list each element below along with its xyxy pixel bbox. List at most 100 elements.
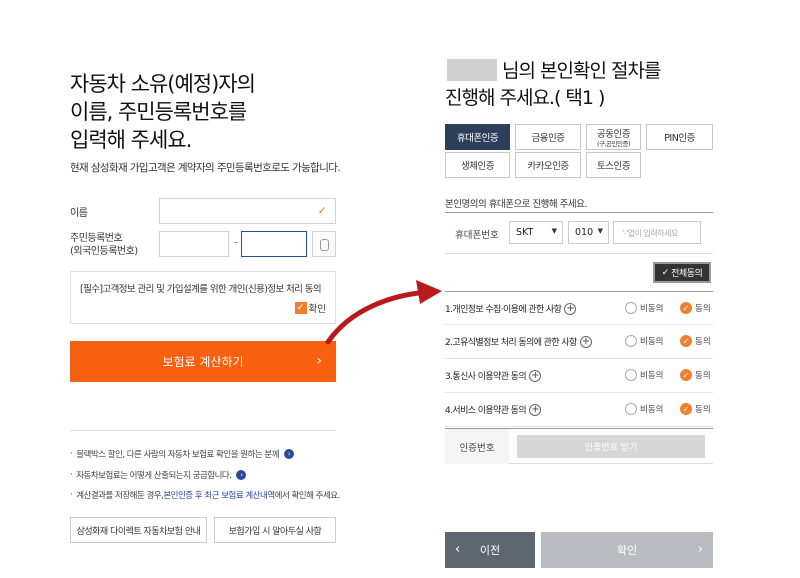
tab-toss-auth[interactable]: 토스인증: [586, 152, 641, 178]
note-item: · 블랙박스 할인, 다른 사람의 자동차 보험료 확인을 원하는 분께 ›: [70, 448, 295, 460]
agree-radio[interactable]: ✓ 동의: [680, 403, 711, 415]
tab-biometric-auth[interactable]: 생체인증: [445, 152, 510, 178]
tab-label: 공동인증: [597, 129, 630, 140]
rrn-label-line: (외국인등록번호): [70, 246, 138, 257]
radio-icon: [625, 335, 637, 347]
disagree-radio[interactable]: 비동의: [625, 302, 663, 314]
checkbox-icon: ✓: [294, 302, 307, 314]
plus-circle-icon[interactable]: +: [529, 403, 542, 416]
radio-checked-icon: ✓: [680, 403, 692, 415]
term-label-text: 1.개인정보 수집·이용에 관한 사항: [445, 305, 562, 315]
term-label[interactable]: 4.서비스 이용약관 동의 +: [445, 403, 542, 416]
direct-auto-guide-button[interactable]: 삼성화재 다이렉트 자동차보험 안내: [70, 517, 207, 543]
radio-label: 동의: [695, 371, 711, 381]
confirm-button-label: 확인: [616, 544, 638, 557]
info-arrow-icon[interactable]: ›: [236, 470, 247, 480]
prefix-value: 010: [575, 227, 594, 238]
prev-button-label: 이전: [479, 544, 501, 557]
rrn-front-input[interactable]: [159, 231, 229, 257]
carrier-select[interactable]: SKT ▼: [509, 221, 563, 244]
radio-icon: [625, 302, 637, 314]
tab-kakao-auth[interactable]: 카카오인증: [515, 152, 581, 178]
recent-history-link[interactable]: 본인인증 후 최근 보험료 계산내역: [163, 489, 275, 501]
tab-phone-auth[interactable]: 휴대폰인증: [445, 124, 510, 150]
carrier-value: SKT: [516, 227, 534, 238]
agree-radio[interactable]: ✓ 동의: [680, 335, 711, 347]
chevron-right-icon: ›: [316, 353, 322, 369]
red-arrow-icon: [325, 280, 442, 345]
term-label-text: 2.고유식별정보 처리 동의에 관한 사항: [445, 338, 577, 348]
radio-label: 비동의: [640, 337, 664, 347]
tab-label: 토스인증: [597, 161, 630, 172]
calc-button-label: 보험료 계산하기: [162, 355, 244, 369]
term-label-text: 4.서비스 이용약관 동의: [445, 406, 527, 416]
radio-checked-icon: ✓: [680, 302, 692, 314]
tab-label: 생체인증: [461, 161, 494, 172]
plus-circle-icon[interactable]: +: [579, 335, 592, 348]
radio-icon: [625, 403, 637, 415]
agree-radio[interactable]: ✓ 동의: [680, 302, 711, 314]
consent-text: [필수]고객정보 관리 및 가입설계를 위한 개인(신용)정보 처리 동의: [80, 284, 322, 295]
title-line: 이름, 주민등록번호를: [70, 100, 247, 124]
note-text: 계산결과를 저장해둔 경우,: [76, 491, 164, 501]
disagree-radio[interactable]: 비동의: [625, 403, 663, 415]
calculate-premium-button[interactable]: 보험료 계산하기 ›: [70, 341, 336, 382]
term-label[interactable]: 1.개인정보 수집·이용에 관한 사항 +: [445, 302, 577, 315]
radio-checked-icon: ✓: [680, 335, 692, 347]
left-panel: 자동차 소유(예정)자의 이름, 주민등록번호를 입력해 주세요. 현재 삼성화…: [70, 0, 341, 578]
prev-button[interactable]: ‹ 이전: [445, 532, 535, 568]
note-item: · 자동차보험료는 어떻게 산출되는지 궁금합니다. ›: [70, 469, 247, 481]
term-row: 2.고유식별정보 처리 동의에 관한 사항 + 비동의 ✓ 동의: [445, 325, 713, 359]
radio-label: 비동의: [640, 304, 664, 314]
phone-number-row: 휴대폰번호 SKT ▼ 010 ▼ '-'없이 입력하세요: [445, 212, 713, 254]
agree-radio[interactable]: ✓ 동의: [680, 369, 711, 381]
name-label: 이름: [70, 208, 88, 219]
consent-box: [필수]고객정보 관리 및 가입설계를 위한 개인(신용)정보 처리 동의 ✓ …: [70, 271, 336, 324]
note-item: · 계산결과를 저장해둔 경우, 본인인증 후 최근 보험료 계산내역 에서 확…: [70, 489, 340, 501]
rrn-back-input[interactable]: [241, 231, 307, 257]
prefix-select[interactable]: 010 ▼: [568, 221, 609, 244]
secure-keypad-button[interactable]: [312, 231, 336, 257]
tab-sublabel: (구,공인인증): [596, 140, 631, 148]
phone-number-input[interactable]: '-'없이 입력하세요: [613, 221, 701, 244]
tab-financial-auth[interactable]: 금융인증: [515, 124, 581, 150]
radio-icon: [625, 369, 637, 381]
plus-circle-icon[interactable]: +: [529, 369, 542, 382]
request-otp-button[interactable]: 인증번호 받기: [517, 435, 705, 458]
radio-label: 비동의: [640, 405, 664, 415]
note-text: 블랙박스 할인, 다른 사람의 자동차 보험료 확인을 원하는 분께: [76, 450, 280, 460]
otp-label: 인증번호: [445, 429, 509, 464]
confirm-button[interactable]: 확인 ›: [541, 532, 713, 568]
radio-checked-icon: ✓: [680, 369, 692, 381]
radio-label: 비동의: [640, 371, 664, 381]
tab-pin-auth[interactable]: PIN인증: [646, 124, 713, 150]
rrn-dash: -: [234, 235, 239, 249]
title-line: 자동차 소유(예정)자의: [70, 72, 256, 96]
check-icon: ✓: [661, 267, 672, 278]
subtitle: 현재 삼성화재 가입고객은 계약자의 주민등록번호로도 가능합니다.: [70, 162, 341, 174]
term-label-text: 3.통신사 이용약관 동의: [445, 372, 527, 382]
rrn-label-line: 주민등록번호: [70, 233, 123, 244]
info-arrow-icon[interactable]: ›: [284, 449, 295, 459]
disagree-radio[interactable]: 비동의: [625, 369, 663, 381]
title-line: 입력해 주세요.: [70, 128, 192, 152]
plus-circle-icon[interactable]: +: [564, 302, 577, 315]
subscription-notice-button[interactable]: 보험가입 시 알아두실 사항: [214, 517, 336, 543]
disagree-radio[interactable]: 비동의: [625, 335, 663, 347]
tab-label: 금융인증: [531, 133, 565, 144]
tab-joint-auth[interactable]: 공동인증 (구,공인인증): [586, 124, 641, 150]
term-label[interactable]: 3.통신사 이용약관 동의 +: [445, 369, 542, 382]
right-panel: 님의 본인확인 절차를 진행해 주세요.( 택1 ) 휴대폰인증 금융인증 공동…: [445, 0, 713, 578]
name-input[interactable]: ✓: [159, 198, 336, 224]
otp-row: 인증번호 인증번호 받기: [445, 428, 713, 464]
divider: [70, 430, 336, 431]
page-title: 자동차 소유(예정)자의 이름, 주민등록번호를 입력해 주세요.: [70, 70, 256, 154]
term-row: 4.서비스 이용약관 동의 + 비동의 ✓ 동의: [445, 393, 713, 427]
term-label[interactable]: 2.고유식별정보 처리 동의에 관한 사항 +: [445, 335, 592, 348]
note-text: 에서 확인해 주세요.: [274, 491, 341, 501]
radio-label: 동의: [695, 405, 711, 415]
title-line: 님의 본인확인 절차를: [502, 60, 661, 82]
mouse-icon: [320, 239, 329, 251]
agree-all-button[interactable]: ✓ 전체동의: [653, 262, 711, 283]
note-text: 자동차보험료는 어떻게 산출되는지 궁금합니다.: [76, 471, 232, 481]
